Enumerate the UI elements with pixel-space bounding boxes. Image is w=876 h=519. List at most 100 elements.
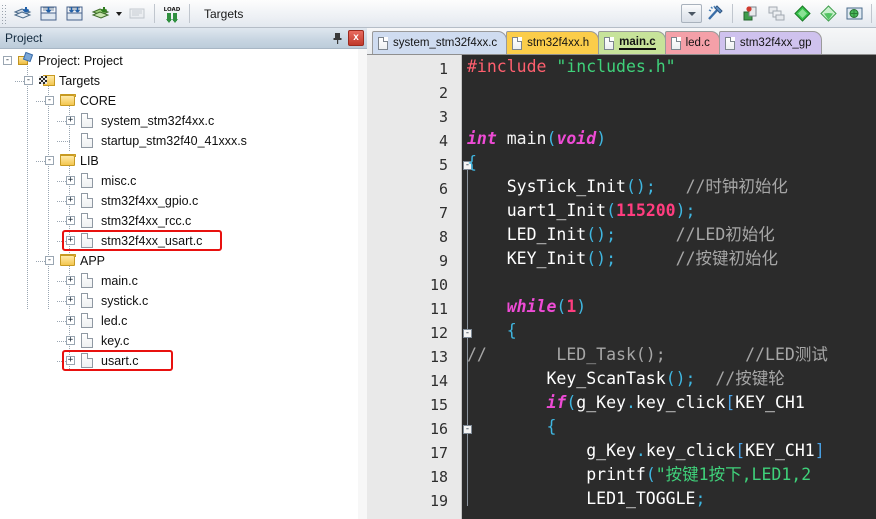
code-token: LED_Init — [467, 225, 587, 244]
tree-toggle-collapse[interactable]: - — [24, 76, 33, 85]
file-icon — [670, 36, 681, 50]
manage-project-items-icon[interactable] — [738, 2, 762, 26]
tree-item-systick-c[interactable]: + systick.c — [0, 291, 358, 311]
tree-item-label: stm32f4xx_rcc.c — [101, 214, 192, 228]
tree-toggle-expand[interactable]: + — [66, 216, 75, 225]
code-token: //LED初始化 — [616, 225, 775, 244]
tree-item-label: led.c — [101, 314, 128, 328]
folder-icon — [60, 252, 76, 268]
tree-toggle-collapse[interactable]: - — [45, 156, 54, 165]
tree-item-app[interactable]: - APP — [0, 251, 358, 271]
file-icon — [81, 272, 97, 288]
tree-toggle-collapse[interactable]: - — [45, 96, 54, 105]
tree-toggle-collapse[interactable]: - — [45, 256, 54, 265]
code-line: uart1_Init(115200); — [467, 199, 876, 223]
code-line: { — [467, 151, 876, 175]
tree-item-stm32f4xx-rcc-c[interactable]: + stm32f4xx_rcc.c — [0, 211, 358, 231]
editor-tab-main-c[interactable]: main.c — [598, 31, 666, 54]
tree-item-label: LIB — [80, 154, 99, 168]
batch-build-dropdown-icon[interactable] — [113, 2, 124, 26]
tree-toggle-expand[interactable]: + — [66, 276, 75, 285]
pack-installer-icon[interactable] — [842, 2, 866, 26]
code-token: g_Key — [576, 393, 626, 412]
line-number: 15 — [429, 396, 448, 414]
tree-toggle-expand[interactable]: + — [66, 296, 75, 305]
code-token: //按键轮 — [695, 369, 785, 388]
code-token: uart1_Init — [467, 201, 607, 220]
code-editor[interactable]: 1 2 3 4 5 6 7 8 9 10 11 12 13 14 15 16 17 18 19 --- #inclu… — [367, 55, 876, 519]
line-number: 17 — [429, 444, 448, 462]
pane-splitter[interactable] — [358, 49, 367, 519]
code-token: ( — [645, 465, 656, 484]
tree-item-usart-c[interactable]: + usart.c — [0, 351, 358, 371]
tree-toggle-expand[interactable]: + — [66, 176, 75, 185]
file-icon — [81, 172, 97, 188]
project-tree[interactable]: - Project: Project - Targets - CORE + system_st… — [0, 49, 358, 519]
code-line: LED_Init(); //LED初始化 — [467, 223, 876, 247]
line-number: 4 — [438, 132, 448, 150]
code-token: ) — [596, 129, 607, 148]
tree-item-startup-stm32f40-41xxx-s[interactable]: startup_stm32f40_41xxx.s — [0, 131, 358, 151]
tree-item-core[interactable]: - CORE — [0, 91, 358, 111]
tree-item-stm32f4xx-gpio-c[interactable]: + stm32f4xx_gpio.c — [0, 191, 358, 211]
editor-tab-stm32f4xx-h[interactable]: stm32f4xx.h — [506, 31, 600, 54]
line-number: 9 — [438, 252, 448, 270]
tree-item-lib[interactable]: - LIB — [0, 151, 358, 171]
line-number: 12 — [429, 324, 448, 342]
download-icon[interactable]: LOAD — [160, 2, 184, 26]
code-token: #include — [467, 57, 557, 76]
tree-toggle-collapse[interactable]: - — [3, 56, 12, 65]
tree-toggle-expand[interactable]: + — [66, 116, 75, 125]
tree-item-label: stm32f4xx_gpio.c — [101, 194, 199, 208]
editor-tab-led-c[interactable]: led.c — [664, 31, 720, 54]
tree-item-system-stm32f4xx-c[interactable]: + system_stm32f4xx.c — [0, 111, 358, 131]
code-token: LED1_TOGGLE — [467, 489, 696, 508]
main-toolbar: LOAD Targets — [0, 0, 876, 28]
close-icon[interactable]: x — [348, 30, 364, 46]
tree-toggle-expand[interactable]: + — [66, 356, 75, 365]
tree-toggle-expand[interactable]: + — [66, 316, 75, 325]
code-line: Key_ScanTask(); //按键轮 — [467, 367, 876, 391]
editor-tab-system-stm32f4xx-c[interactable]: system_stm32f4xx.c — [372, 31, 508, 54]
rebuild-all-icon[interactable] — [62, 2, 86, 26]
tree-item-label: systick.c — [101, 294, 149, 308]
line-number: 8 — [438, 228, 448, 246]
target-select[interactable] — [681, 4, 702, 23]
diamond-green-icon[interactable] — [790, 2, 814, 26]
editor-tab-stm32f4xx-gp[interactable]: stm32f4xx_gp — [718, 31, 822, 54]
tree-toggle-expand[interactable]: + — [66, 236, 75, 245]
code-line: #include "includes.h" — [467, 55, 876, 79]
code-token: printf — [467, 465, 646, 484]
code-text[interactable]: #include "includes.h" int main(void){ Sy… — [467, 55, 876, 519]
pin-icon[interactable] — [329, 30, 345, 46]
file-icon — [81, 332, 97, 348]
build-target-icon[interactable] — [36, 2, 60, 26]
tree-item-led-c[interactable]: + led.c — [0, 311, 358, 331]
toolbar-grip[interactable] — [1, 3, 7, 24]
tree-item-label: Targets — [59, 74, 100, 88]
tree-item-project-project[interactable]: - Project: Project — [0, 51, 358, 71]
file-icon — [81, 212, 97, 228]
tree-toggle-expand[interactable]: + — [66, 336, 75, 345]
code-token: int — [467, 129, 507, 148]
tree-item-main-c[interactable]: + main.c — [0, 271, 358, 291]
stop-build-icon[interactable] — [125, 2, 149, 26]
tree-item-stm32f4xx-usart-c[interactable]: + stm32f4xx_usart.c — [0, 231, 358, 251]
target-options-icon[interactable] — [703, 2, 727, 26]
multi-project-icon[interactable] — [764, 2, 788, 26]
editor-tab-label: led.c — [685, 37, 710, 49]
line-number-gutter: 1 2 3 4 5 6 7 8 9 10 11 12 13 14 15 16 17 18 19 — [367, 55, 462, 519]
code-token: { — [467, 321, 517, 340]
diamond-light-icon[interactable] — [816, 2, 840, 26]
editor-tabbar: system_stm32f4xx.c stm32f4xx.h main.c led.c… — [367, 28, 876, 55]
tree-item-label: Project: Project — [38, 54, 123, 68]
tree-toggle-expand[interactable]: + — [66, 196, 75, 205]
tree-item-key-c[interactable]: + key.c — [0, 331, 358, 351]
batch-build-icon[interactable] — [88, 2, 112, 26]
code-token: (); — [586, 225, 617, 244]
tree-item-targets[interactable]: - Targets — [0, 71, 358, 91]
translate-icon[interactable] — [10, 2, 34, 26]
tree-item-misc-c[interactable]: + misc.c — [0, 171, 358, 191]
